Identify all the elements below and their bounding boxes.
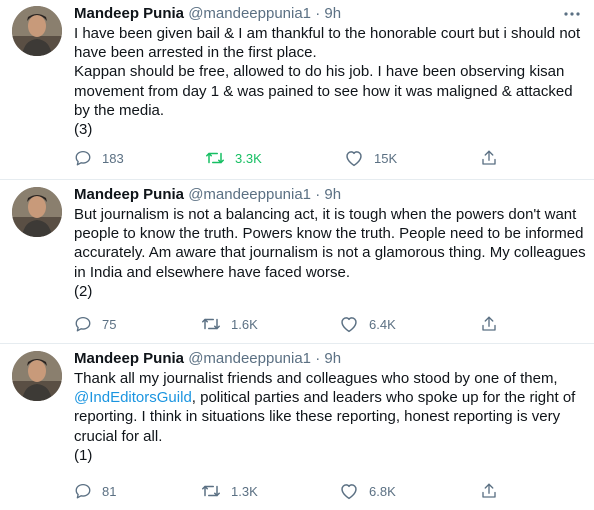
- retweet-icon: [205, 149, 225, 167]
- heart-icon: [339, 482, 359, 500]
- separator-dot: ·: [315, 186, 321, 203]
- like-count: 6.8K: [369, 483, 396, 499]
- author-name[interactable]: Mandeep Punia: [74, 186, 184, 203]
- tweet-header: Mandeep Punia @mandeeppunia1 · 9h: [74, 349, 341, 369]
- timestamp[interactable]: 9h: [324, 350, 341, 367]
- tweet-line: Kappan should be free, allowed to do his…: [74, 63, 573, 119]
- reply-count: 75: [102, 316, 117, 332]
- tweet-text: I have been given bail & I am thankful t…: [74, 24, 586, 139]
- tweet-header: Mandeep Punia @mandeeppunia1 · 9h: [74, 4, 341, 24]
- reply-icon: [74, 482, 92, 500]
- retweet-count: 1.6K: [231, 316, 258, 332]
- tweet-header: Mandeep Punia @mandeeppunia1 · 9h: [74, 185, 341, 205]
- like-button[interactable]: 6.8K: [339, 479, 396, 503]
- share-button[interactable]: [480, 146, 498, 170]
- retweet-count: 1.3K: [231, 483, 258, 499]
- like-button[interactable]: 6.4K: [339, 312, 396, 336]
- retweet-button[interactable]: 1.3K: [201, 479, 258, 503]
- separator-dot: ·: [315, 5, 321, 22]
- tweet-line: Thank all my journalist friends and coll…: [74, 369, 586, 446]
- like-button[interactable]: 15K: [344, 146, 397, 170]
- author-handle[interactable]: @mandeeppunia1: [188, 5, 311, 22]
- tweet-line: (1): [74, 446, 93, 464]
- like-count: 15K: [374, 150, 398, 166]
- share-button[interactable]: [480, 479, 498, 503]
- tweet[interactable]: Mandeep Punia @mandeeppunia1 · 9h I have…: [0, 0, 594, 180]
- heart-icon: [339, 315, 359, 333]
- heart-icon: [344, 149, 364, 167]
- author-name[interactable]: Mandeep Punia: [74, 350, 184, 367]
- avatar[interactable]: [12, 6, 62, 56]
- reply-button[interactable]: 75: [74, 312, 116, 336]
- tweet[interactable]: Mandeep Punia @mandeeppunia1 · 9h But jo…: [0, 181, 594, 344]
- share-icon: [480, 315, 498, 333]
- tweet-line: (3): [74, 121, 93, 139]
- reply-count: 183: [102, 150, 124, 166]
- author-handle[interactable]: @mandeeppunia1: [188, 186, 311, 203]
- retweet-button[interactable]: 1.6K: [201, 312, 258, 336]
- timestamp[interactable]: 9h: [324, 5, 341, 22]
- tweet-actions: 75 1.6K 6.4K: [74, 312, 586, 336]
- share-icon: [480, 482, 498, 500]
- tweet-text: Thank all my journalist friends and coll…: [74, 369, 586, 465]
- tweet-actions: 183 3.3K 15K: [74, 146, 586, 170]
- tweet-text: But journalism is not a balancing act, i…: [74, 205, 586, 301]
- reply-icon: [74, 315, 92, 333]
- share-icon: [480, 149, 498, 167]
- tweet-line: But journalism is not a balancing act, i…: [74, 206, 586, 281]
- tweet-line: (2): [74, 282, 93, 300]
- like-count: 6.4K: [369, 316, 396, 332]
- tweet-line: I have been given bail & I am thankful t…: [74, 25, 581, 62]
- author-name[interactable]: Mandeep Punia: [74, 5, 184, 22]
- retweet-button[interactable]: 3.3K: [205, 146, 262, 170]
- reply-count: 81: [102, 483, 117, 499]
- retweet-icon: [201, 482, 221, 500]
- retweet-count: 3.3K: [235, 150, 262, 166]
- separator-dot: ·: [315, 350, 321, 367]
- reply-icon: [74, 149, 92, 167]
- reply-button[interactable]: 183: [74, 146, 124, 170]
- retweet-icon: [201, 315, 221, 333]
- avatar[interactable]: [12, 351, 62, 401]
- avatar[interactable]: [12, 187, 62, 237]
- author-handle[interactable]: @mandeeppunia1: [188, 350, 311, 367]
- more-icon[interactable]: [560, 4, 584, 24]
- tweet[interactable]: Mandeep Punia @mandeeppunia1 · 9h Thank …: [0, 345, 594, 510]
- share-button[interactable]: [480, 312, 498, 336]
- timestamp[interactable]: 9h: [324, 186, 341, 203]
- tweet-feed: Mandeep Punia @mandeeppunia1 · 9h I have…: [0, 0, 594, 510]
- reply-button[interactable]: 81: [74, 479, 116, 503]
- mention-link[interactable]: @IndEditorsGuild: [74, 389, 192, 406]
- tweet-text-segment: Thank all my journalist friends and coll…: [74, 370, 558, 387]
- tweet-actions: 81 1.3K 6.8K: [74, 479, 586, 503]
